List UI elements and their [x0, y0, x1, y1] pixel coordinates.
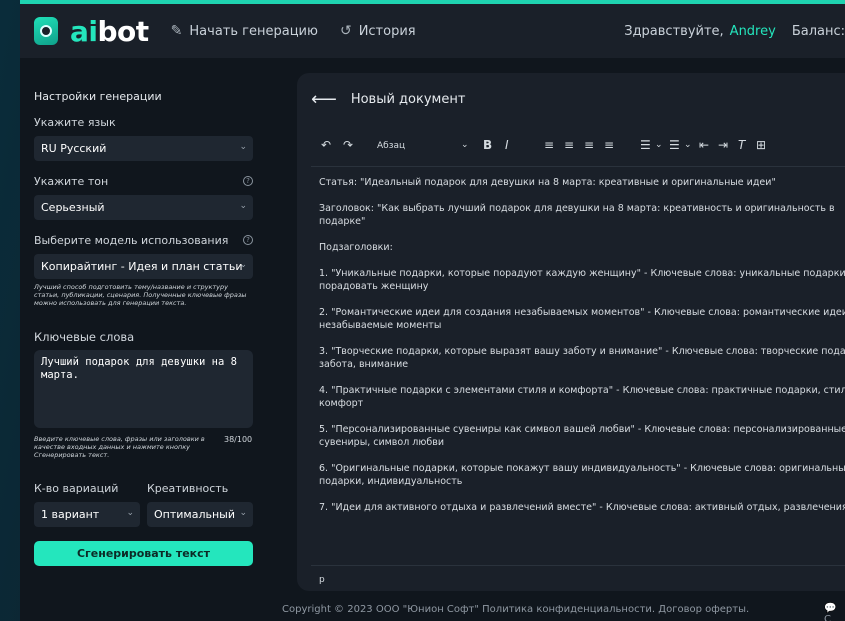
user-name[interactable]: Andrey	[730, 24, 776, 39]
user-greeting: Здравствуйте, Andrey Баланс:	[624, 24, 845, 39]
settings-title: Настройки генерации	[34, 90, 162, 103]
content-paragraph: Подзаголовки:	[319, 242, 393, 253]
nav-start-generation-label: Начать генерацию	[189, 23, 318, 39]
bold-icon[interactable]: B	[483, 138, 492, 152]
content-paragraph: 2. "Романтические идеи для создания неза…	[319, 307, 845, 331]
chat-label: С	[824, 614, 831, 621]
chevron-down-icon: ⌄	[126, 508, 134, 518]
logo-text: aibot	[70, 14, 149, 48]
creativity-select[interactable]: Оптимальный ⌄	[147, 502, 253, 527]
content-paragraph: 7. "Идеи для активного отдыха и развлече…	[319, 502, 845, 513]
language-value: RU Русский	[41, 142, 107, 155]
model-value: Копирайтинг - Идея и план статьи	[41, 260, 243, 273]
element-path: p	[319, 575, 325, 585]
keywords-counter: 38/100	[224, 435, 253, 444]
undo-icon[interactable]: ↶	[321, 138, 331, 152]
content-paragraph: 4. "Практичные подарки с элементами стил…	[319, 385, 845, 409]
content-paragraph: Статья: "Идеальный подарок для девушки н…	[319, 177, 776, 188]
variations-value: 1 вариант	[41, 508, 100, 521]
tone-label: Укажите тон	[34, 175, 109, 188]
indent-icon[interactable]: ⇥	[718, 138, 728, 152]
align-justify-icon[interactable]: ≡	[604, 138, 614, 152]
document-header: ⟵ Новый документ	[311, 89, 465, 110]
creativity-label: Креативность	[147, 482, 229, 495]
content-paragraph: 5. "Персонализированные сувениры как сим…	[319, 424, 845, 448]
info-icon[interactable]: ?	[243, 235, 253, 245]
back-arrow-icon[interactable]: ⟵	[311, 89, 337, 110]
creativity-value: Оптимальный	[154, 508, 235, 521]
tone-select[interactable]: Серьезный ⌄	[34, 195, 253, 220]
balance-label: Баланс:	[791, 23, 845, 39]
clear-format-icon[interactable]: T	[738, 138, 745, 152]
edit-icon: ✎	[170, 23, 183, 39]
chevron-down-icon: ⌄	[239, 201, 247, 211]
model-label: Выберите модель использования	[34, 234, 229, 247]
logo-mark-icon	[34, 17, 58, 45]
greeting-text: Здравствуйте,	[624, 23, 724, 39]
keywords-textarea[interactable]: Лучший подарок для девушки на 8 марта.	[34, 350, 253, 428]
nav-start-generation[interactable]: ✎ Начать генерацию	[171, 23, 318, 39]
nav-history-label: История	[358, 23, 416, 39]
model-hint: Лучший способ подготовить тему/название …	[34, 283, 247, 307]
model-select[interactable]: Копирайтинг - Идея и план статьи ⌄	[34, 254, 253, 279]
top-header: aibot ✎ Начать генерацию ↺ История Здрав…	[20, 0, 845, 58]
bullet-list-icon[interactable]: ☰	[640, 138, 651, 152]
tone-value: Серьезный	[41, 201, 105, 214]
chevron-down-icon[interactable]: ⌄	[461, 140, 469, 150]
language-label: Укажите язык	[34, 116, 116, 129]
info-icon[interactable]: ?	[243, 176, 253, 186]
paragraph-style-select[interactable]: Абзац	[377, 141, 405, 151]
chat-icon: 💬	[824, 603, 837, 614]
app-window: aibot ✎ Начать генерацию ↺ История Здрав…	[20, 0, 845, 621]
toolbar-divider	[311, 166, 845, 167]
footer-copyright[interactable]: Copyright © 2023 ООО "Юнион Софт" Полити…	[282, 604, 749, 615]
italic-icon[interactable]: I	[505, 138, 509, 152]
align-left-icon[interactable]: ≡	[544, 138, 554, 152]
history-icon: ↺	[339, 23, 352, 39]
language-select[interactable]: RU Русский ⌄	[34, 136, 253, 161]
editor-toolbar: ↶ ↷ Абзац ⌄ B I ≡ ≡ ≡ ≡ ☰ ⌄ ☰ ⌄ ⇤ ⇥ T ⊞	[297, 136, 845, 158]
chevron-down-icon: ⌄	[239, 508, 247, 518]
redo-icon[interactable]: ↷	[343, 138, 353, 152]
chevron-down-icon: ⌄	[239, 142, 247, 152]
outdent-icon[interactable]: ⇤	[699, 138, 709, 152]
logo[interactable]: aibot	[34, 15, 149, 48]
status-divider	[311, 565, 845, 566]
align-right-icon[interactable]: ≡	[584, 138, 594, 152]
more-tools-icon[interactable]: ⊞	[756, 138, 766, 152]
nav-history[interactable]: ↺ История	[340, 23, 416, 39]
generate-text-button[interactable]: Сгенерировать текст	[34, 541, 253, 566]
generation-settings-panel: Настройки генерации Укажите язык RU Русс…	[20, 58, 288, 596]
chevron-down-icon[interactable]: ⌄	[684, 140, 692, 150]
keywords-hint: Введите ключевые слова, фразы или заголо…	[34, 435, 205, 459]
numbered-list-icon[interactable]: ☰	[669, 138, 680, 152]
editor-card: ⟵ Новый документ ↶ ↷ Абзац ⌄ B I ≡ ≡ ≡ ≡…	[297, 73, 845, 591]
chevron-down-icon[interactable]: ⌄	[655, 140, 663, 150]
document-title: Новый документ	[350, 92, 466, 107]
content-paragraph: 6. "Оригинальные подарки, которые покажу…	[319, 463, 845, 487]
keywords-label: Ключевые слова	[34, 330, 135, 344]
content-paragraph: Заголовок: "Как выбрать лучший подарок д…	[319, 203, 835, 227]
content-paragraph: 3. "Творческие подарки, которые выразят …	[319, 346, 845, 370]
content-paragraph: 1. "Уникальные подарки, которые порадуют…	[319, 268, 845, 292]
document-content[interactable]: Статья: "Идеальный подарок для девушки н…	[319, 176, 845, 571]
variations-select[interactable]: 1 вариант ⌄	[34, 502, 140, 527]
align-center-icon[interactable]: ≡	[564, 138, 574, 152]
chat-link[interactable]: 💬 С	[824, 603, 845, 621]
chevron-down-icon: ⌄	[239, 260, 247, 270]
variations-label: К-во вариаций	[34, 482, 119, 495]
